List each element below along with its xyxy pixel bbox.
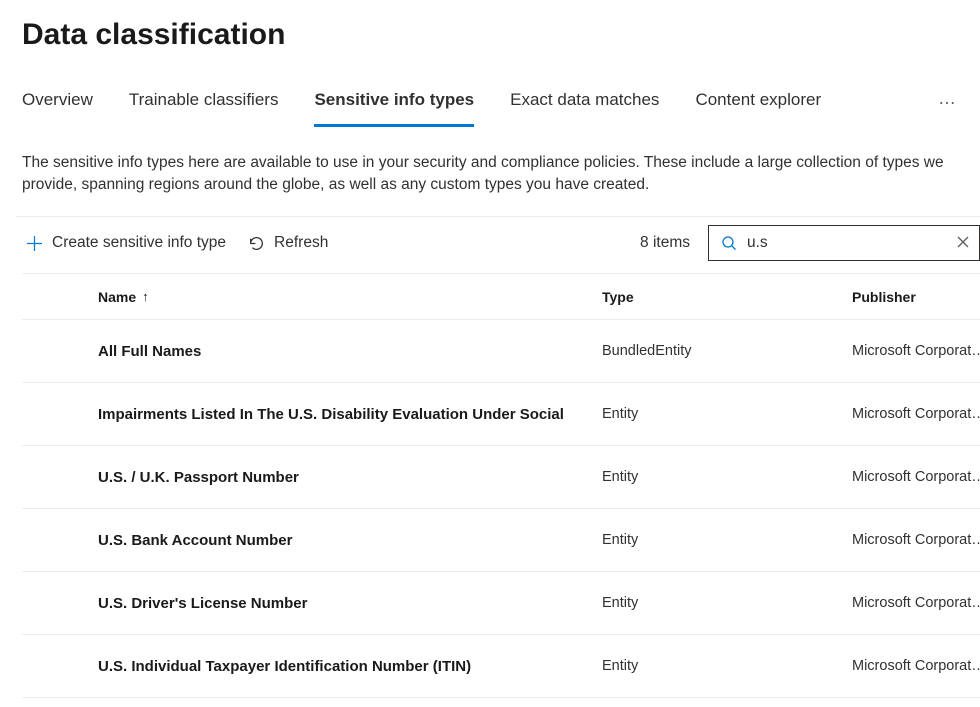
table-header: Name ↑ Type Publisher (22, 274, 980, 320)
cell-publisher: Microsoft Corporat… (852, 406, 980, 422)
cell-type: Entity (602, 595, 852, 611)
search-input[interactable] (747, 234, 947, 252)
column-header-name-label: Name (98, 289, 136, 305)
refresh-icon (248, 235, 265, 252)
cell-type: BundledEntity (602, 343, 852, 359)
page-title: Data classification (22, 18, 980, 52)
cell-type: Entity (602, 469, 852, 485)
cell-name: U.S. Driver's License Number (82, 595, 602, 612)
search-icon (721, 235, 737, 251)
cell-publisher: Microsoft Corporat… (852, 532, 980, 548)
tab-content-explorer[interactable]: Content explorer (695, 80, 821, 127)
table-row[interactable]: U.S. Individual Taxpayer Identification … (22, 635, 980, 698)
tabs-overflow-button[interactable]: … (938, 88, 958, 119)
cell-name: All Full Names (82, 343, 602, 360)
page-description: The sensitive info types here are availa… (22, 152, 958, 196)
cell-type: Entity (602, 406, 852, 422)
table-row[interactable]: U.S. Bank Account Number Entity Microsof… (22, 509, 980, 572)
column-header-type[interactable]: Type (602, 289, 852, 305)
search-box[interactable] (708, 225, 980, 261)
tabs: Overview Trainable classifiers Sensitive… (22, 80, 980, 128)
sort-ascending-icon: ↑ (142, 289, 149, 304)
tab-sensitive-info-types[interactable]: Sensitive info types (314, 80, 474, 127)
cell-name: U.S. / U.K. Passport Number (82, 469, 602, 486)
refresh-button-label: Refresh (274, 234, 328, 252)
create-button-label: Create sensitive info type (52, 234, 226, 252)
clear-search-icon[interactable] (957, 235, 969, 251)
cell-name: U.S. Bank Account Number (82, 532, 602, 549)
tab-exact-data-matches[interactable]: Exact data matches (510, 80, 659, 127)
create-button[interactable]: Create sensitive info type (26, 234, 226, 252)
item-count: 8 items (640, 234, 690, 252)
toolbar: Create sensitive info type Refresh 8 ite… (16, 216, 980, 273)
refresh-button[interactable]: Refresh (248, 234, 328, 252)
column-header-publisher[interactable]: Publisher (852, 289, 980, 305)
table-row[interactable]: Impairments Listed In The U.S. Disabilit… (22, 383, 980, 446)
cell-publisher: Microsoft Corporat… (852, 595, 980, 611)
cell-type: Entity (602, 658, 852, 674)
plus-icon (26, 235, 43, 252)
cell-publisher: Microsoft Corporat… (852, 343, 980, 359)
table-row[interactable]: U.S. / U.K. Passport Number Entity Micro… (22, 446, 980, 509)
table-row[interactable]: All Full Names BundledEntity Microsoft C… (22, 320, 980, 383)
tab-trainable-classifiers[interactable]: Trainable classifiers (129, 80, 279, 127)
cell-publisher: Microsoft Corporat… (852, 658, 980, 674)
table: Name ↑ Type Publisher All Full Names Bun… (22, 273, 980, 698)
tab-overview[interactable]: Overview (22, 80, 93, 127)
cell-publisher: Microsoft Corporat… (852, 469, 980, 485)
cell-name: Impairments Listed In The U.S. Disabilit… (82, 406, 602, 423)
cell-name: U.S. Individual Taxpayer Identification … (82, 658, 602, 675)
column-header-name[interactable]: Name ↑ (82, 289, 602, 305)
table-row[interactable]: U.S. Driver's License Number Entity Micr… (22, 572, 980, 635)
cell-type: Entity (602, 532, 852, 548)
